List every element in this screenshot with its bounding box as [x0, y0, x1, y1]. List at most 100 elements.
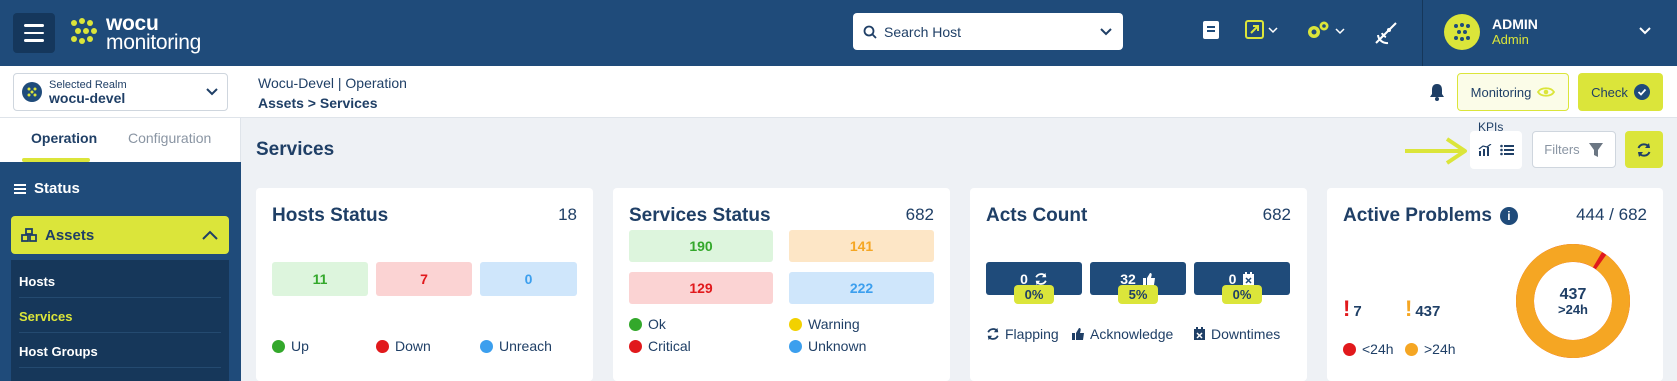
legend-ok: Ok [629, 316, 666, 332]
blue-dot-icon [789, 339, 802, 353]
red-dot-icon [629, 339, 642, 353]
card-title: Acts Count [986, 205, 1088, 226]
monitoring-button[interactable]: Monitoring [1457, 73, 1569, 111]
header-divider [1422, 0, 1423, 66]
wocu-avatar-icon [1454, 23, 1470, 41]
legend-label: Acknowledge [1090, 326, 1174, 342]
sidebar-item-host-groups[interactable]: Host Groups [19, 344, 98, 359]
notes-button[interactable] [1202, 20, 1220, 40]
top-bar: wocu monitoring Search Host ADMIN Admin [0, 0, 1677, 66]
downtimes-percent: 0% [1222, 285, 1262, 304]
sidebar-item-hosts[interactable]: Hosts [19, 274, 55, 289]
legend-downtimes: Downtimes [1193, 326, 1280, 342]
logo[interactable]: wocu monitoring [70, 13, 201, 53]
sidebar: Status Assets Hosts Services Host Groups [0, 162, 241, 381]
user-role: Admin [1492, 32, 1529, 47]
legend-unreach: Unreach [480, 338, 552, 354]
refresh-button[interactable] [1625, 131, 1663, 168]
card-count: 682 [1262, 205, 1291, 224]
legend-label: <24h [1362, 341, 1394, 357]
card-title: Services Status [629, 205, 771, 226]
blue-dot-icon [480, 339, 493, 353]
gears-icon [1308, 21, 1329, 38]
divider [19, 367, 221, 368]
legend-critical: Critical [629, 338, 691, 354]
card-count: 682 [905, 205, 934, 224]
legend-warning: Warning [789, 316, 860, 332]
card-count: 444 / 682 [1576, 205, 1647, 224]
legend-label: Unknown [808, 338, 867, 354]
green-dot-icon [272, 339, 285, 353]
exclamation-orange-icon: ! [1405, 296, 1413, 321]
card-title: Hosts Status [272, 205, 389, 226]
calendar-x-icon [1194, 327, 1205, 340]
services-ok-count[interactable]: 190 [629, 230, 773, 262]
kpis-toggle[interactable] [1470, 131, 1522, 169]
chart-icon[interactable] [1478, 144, 1492, 156]
hosts-up-count[interactable]: 11 [272, 262, 368, 296]
notebook-icon [1203, 21, 1219, 39]
breadcrumb: Wocu-Devel | Operation Assets > Services [258, 73, 407, 113]
problems-gt24h[interactable]: ! 437 [1405, 296, 1440, 321]
satellite-dish-off-icon [1375, 22, 1397, 45]
monitoring-toggle-button[interactable] [1373, 20, 1399, 46]
acts-count-card: Acts Count 682 0 0% 32 5% 0 0% Flapping … [970, 188, 1307, 381]
search-icon [863, 25, 877, 39]
refresh-icon [1637, 142, 1651, 157]
hosts-down-count[interactable]: 7 [376, 262, 472, 296]
filters-label: Filters [1544, 142, 1580, 157]
settings-menu[interactable] [1305, 20, 1345, 42]
chevron-down-icon[interactable] [1638, 26, 1652, 36]
realm-selector[interactable]: Selected Realm wocu-devel [13, 73, 228, 111]
bell-icon[interactable] [1428, 82, 1446, 102]
services-unknown-count[interactable]: 222 [789, 272, 934, 304]
page-title: Services [256, 139, 335, 160]
sidebar-item-status[interactable]: Status [14, 180, 80, 197]
problems-donut-chart[interactable]: 437 >24h [1515, 243, 1631, 359]
chevron-down-icon [1335, 28, 1345, 35]
legend-acknowledge: Acknowledge [1071, 326, 1173, 342]
chevron-down-icon [1268, 26, 1278, 33]
problems-lt24h-value: 7 [1353, 303, 1362, 320]
search-host-placeholder: Search Host [884, 23, 962, 40]
cubes-icon [21, 228, 37, 242]
filters-button[interactable]: Filters [1532, 131, 1616, 168]
sidebar-item-assets[interactable]: Assets [11, 216, 229, 254]
external-link-icon [1245, 20, 1264, 39]
green-dot-icon [629, 317, 642, 331]
eye-icon [1537, 87, 1556, 97]
chevron-up-icon [202, 230, 218, 240]
chevron-down-icon [1100, 27, 1112, 35]
search-host-select[interactable]: Search Host [853, 13, 1123, 50]
divider [19, 332, 221, 333]
divider [19, 297, 221, 298]
monitoring-label: Monitoring [1470, 84, 1532, 100]
problems-lt24h[interactable]: ! 7 [1343, 296, 1362, 321]
legend-label: Ok [648, 316, 666, 332]
hosts-unreach-count[interactable]: 0 [480, 262, 577, 296]
tab-operation[interactable]: Operation [31, 130, 97, 146]
external-link-menu[interactable] [1245, 20, 1278, 39]
services-critical-count[interactable]: 129 [629, 272, 773, 304]
realm-icon [22, 82, 42, 102]
list-icon[interactable] [1500, 144, 1514, 156]
breadcrumb-realm[interactable]: Wocu-Devel | Operation [258, 73, 407, 93]
side-tabs: Operation Configuration [0, 118, 241, 162]
sidebar-item-services[interactable]: Services [19, 309, 73, 324]
tab-configuration[interactable]: Configuration [128, 130, 211, 146]
hamburger-menu-button[interactable] [13, 13, 55, 53]
info-icon[interactable]: i [1499, 206, 1518, 225]
acknowledge-percent: 5% [1118, 285, 1158, 304]
sidebar-item-label: Status [34, 180, 80, 197]
sub-bar: Selected Realm wocu-devel Wocu-Devel | O… [0, 66, 1677, 118]
exclamation-red-icon: ! [1343, 296, 1351, 321]
user-menu[interactable]: ADMIN Admin [1444, 14, 1538, 50]
breadcrumb-path[interactable]: Assets > Services [258, 93, 407, 113]
check-button[interactable]: Check [1578, 73, 1663, 111]
hosts-status-card: Hosts Status 18 11 7 0 Up Down Unreach [256, 188, 593, 381]
legend-up: Up [272, 338, 309, 354]
legend-lt24h: <24h [1343, 341, 1394, 357]
filter-icon [1588, 142, 1603, 157]
services-warning-count[interactable]: 141 [789, 230, 934, 262]
legend-label: Unreach [499, 338, 552, 354]
